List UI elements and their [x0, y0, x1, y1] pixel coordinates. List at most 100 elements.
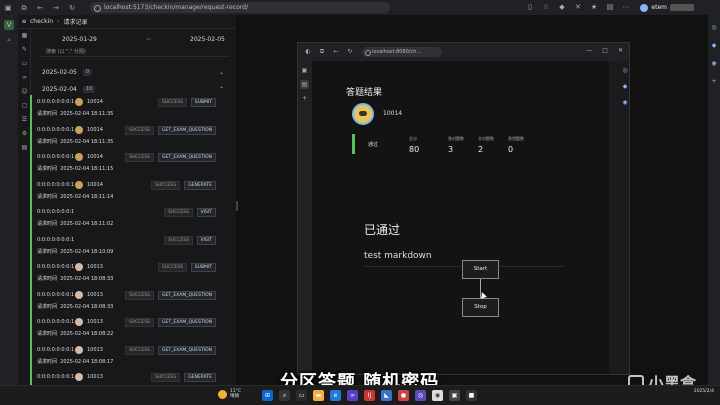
reload-icon[interactable]: ↻ — [68, 4, 76, 12]
address-bar[interactable]: localhost:5173/checkin/manage/request-re… — [90, 2, 390, 13]
vertical-tab-icon[interactable]: V — [4, 20, 14, 30]
vscode-icon[interactable]: ◣ — [381, 390, 392, 401]
link-icon[interactable]: ∞ — [18, 71, 31, 85]
type-badge: GET_EXAM_QUESTION — [158, 153, 216, 162]
inner-reload-icon[interactable]: ↻ — [346, 48, 354, 56]
tabs-icon[interactable]: ⧉ — [20, 4, 28, 12]
start-icon[interactable]: ⊞ — [262, 390, 273, 401]
close-icon[interactable]: ✕ — [618, 47, 623, 54]
edge-icon[interactable]: e — [330, 390, 341, 401]
app-icon-gray[interactable]: ▣ — [449, 390, 460, 401]
chrome-icon[interactable]: ◉ — [432, 390, 443, 401]
breadcrumb-separator: › — [57, 18, 60, 25]
vs-icon[interactable]: ∞ — [347, 390, 358, 401]
list-item[interactable]: 0:0:0:0:0:0:0:1 10014 SUCCESS SUBMIT 请求时间 20… — [30, 95, 216, 123]
shield-icon[interactable]: ◆ — [558, 3, 566, 11]
app-icon-dark[interactable]: ■ — [466, 390, 477, 401]
explorer-icon[interactable]: ▬ — [313, 390, 324, 401]
result-user-id: 10014 — [383, 110, 403, 117]
stat-label: 答对题数 — [448, 136, 464, 141]
rail-search-icon[interactable]: ⌕ — [4, 35, 14, 45]
calendar-icon[interactable]: ▦ — [18, 29, 31, 43]
stat-total-score: 总分 80 — [409, 136, 419, 154]
maximize-icon[interactable]: □ — [602, 47, 608, 54]
stat-correct: 答对题数 3 — [448, 136, 464, 154]
app-icon-purple[interactable]: ◎ — [415, 390, 426, 401]
list-item[interactable]: 0:0:0:0:0:0:0:1 10014 SUCCESS GENERATE 请求时间 … — [30, 177, 216, 205]
chevron-down-icon[interactable]: ⌄ — [219, 69, 224, 76]
minimize-icon[interactable]: — — [586, 47, 592, 54]
stat-value: 0 — [508, 145, 514, 154]
search-input[interactable]: 搜索 (以 "," 分隔) — [40, 47, 230, 57]
back-icon[interactable]: ← — [36, 4, 44, 12]
menu-icon[interactable]: ≡ — [18, 18, 30, 25]
record-ip: 0:0:0:0:0:0:0:1 — [37, 126, 75, 133]
folder-icon[interactable]: ▭ — [18, 57, 31, 71]
date-to[interactable]: 2025-02-05 — [190, 36, 225, 43]
intellij-icon[interactable]: IJ — [364, 390, 375, 401]
list-item[interactable]: 0:0:0:0:0:0:0:1 10013 SUCCESS GET_EXAM_QUES… — [30, 342, 216, 370]
app-icon-red[interactable]: ● — [398, 390, 409, 401]
star-icon[interactable]: ☆ — [542, 3, 550, 11]
split-icon[interactable]: ▯ — [526, 3, 534, 11]
record-time: 请求时间 2025-02-04 18:08:33 — [37, 275, 113, 282]
inner-tabs-icon[interactable]: ⧉ — [318, 48, 326, 56]
sidebar-toggle-icon[interactable]: ▣ — [4, 4, 12, 12]
profile-button[interactable]: etem — [640, 3, 694, 12]
inner-tab-icon[interactable]: ▤ — [300, 80, 309, 89]
list-item[interactable]: 0:0:0:0:0:0:0:1 10013 SUCCESS GET_EXAM_QUES… — [30, 315, 216, 343]
chevron-up-icon[interactable]: ⌃ — [219, 86, 224, 93]
favorites-icon[interactable]: ★ — [590, 3, 598, 11]
record-ip: 0:0:0:0:0:0:0:1 — [37, 154, 75, 160]
profile-name: etem — [651, 4, 667, 11]
status-badge: SUCCESS — [125, 345, 154, 355]
status-badge: SUCCESS — [125, 153, 154, 162]
record-time-value: 2025-02-04 18:08:17 — [60, 358, 114, 365]
group-header[interactable]: 2025-02-05 0 ⌄ — [32, 65, 236, 79]
record-user-id: 10013 — [87, 264, 103, 270]
weather-widget[interactable]: 11°C 晴朗 — [218, 389, 241, 399]
browser-left-rail: V ⌕ — [0, 15, 18, 385]
outlook-icon[interactable]: ◉ — [708, 59, 720, 69]
stop-node[interactable]: Stop — [462, 298, 499, 317]
search-icon[interactable]: ⌕ — [279, 390, 290, 401]
collections-icon[interactable]: ▤ — [606, 3, 614, 11]
app-title[interactable]: checkin — [30, 18, 53, 25]
record-ip: 0:0:0:0:0:0:0:1 — [37, 264, 75, 270]
list-item[interactable]: 0:0:0:0:0:0:0:1 10014 SUCCESS GET_EXAM_QUES… — [30, 150, 216, 178]
status-badge: SUCCESS — [158, 263, 187, 272]
inner-address-bar[interactable]: localhost:8080/ch... — [362, 47, 442, 57]
inner-ext-icon[interactable]: ◆ — [621, 83, 629, 93]
record-time-value: 2025-02-04 18:08:33 — [60, 303, 114, 310]
date-range-picker[interactable]: 2025-01-29 ~ 2025-02-05 — [32, 33, 228, 45]
list-item[interactable]: 0:0:0:0:0:0:0:1 10013 SUCCESS GET_EXAM_QUES… — [30, 287, 216, 315]
list-item[interactable]: 0:0:0:0:0:0:0:1 SUCCESS VISIT 请求时间 2025-02-… — [30, 205, 216, 233]
task-view-icon[interactable]: ▭ — [296, 390, 307, 401]
system-clock[interactable]: 2025/2/4 — [694, 389, 714, 395]
list-item[interactable]: 0:0:0:0:0:0:0:1 10014 SUCCESS GET_EXAM_QUES… — [30, 122, 216, 150]
start-node[interactable]: Start — [462, 260, 499, 279]
tool-icon[interactable]: ◆ — [708, 41, 720, 51]
extension-icon[interactable]: ✕ — [574, 3, 582, 11]
inner-copilot-icon[interactable]: ◎ — [621, 67, 629, 77]
group-header[interactable]: 2025-02-04 10 ⌃ — [32, 82, 236, 96]
inner-outlook-icon[interactable]: ◉ — [621, 99, 629, 109]
list-item[interactable]: 0:0:0:0:0:0:0:1 SUCCESS VISIT 请求时间 2025-02-… — [30, 232, 216, 260]
record-time: 请求时间 2025-02-04 18:08:22 — [37, 330, 113, 337]
more-icon[interactable]: ⋯ — [622, 3, 630, 11]
date-from[interactable]: 2025-01-29 — [62, 36, 97, 43]
inner-sidebar-icon[interactable]: ▣ — [300, 66, 309, 75]
forward-icon[interactable]: → — [52, 4, 60, 12]
inner-back-icon[interactable]: ← — [332, 48, 340, 56]
record-ip: 0:0:0:0:0:0:0:1 — [37, 181, 75, 188]
list-item[interactable]: 0:0:0:0:0:0:0:1 10013 SUCCESS SUBMIT 请求时间 20… — [30, 260, 216, 288]
edit-icon[interactable]: ✎ — [18, 43, 31, 57]
add-sidebar-icon[interactable]: + — [708, 77, 720, 87]
record-time: 请求时间 2025-02-04 18:08:17 — [37, 358, 113, 365]
copilot-icon[interactable]: ◎ — [708, 23, 720, 33]
pass-indicator — [352, 134, 355, 154]
list-item[interactable]: 0:0:0:0:0:0:0:1 10013 SUCCESS GENERATE — [30, 370, 216, 385]
record-user-id: 10014 — [87, 181, 103, 188]
inner-add-icon[interactable]: + — [300, 94, 309, 103]
stat-value: 80 — [409, 145, 420, 154]
